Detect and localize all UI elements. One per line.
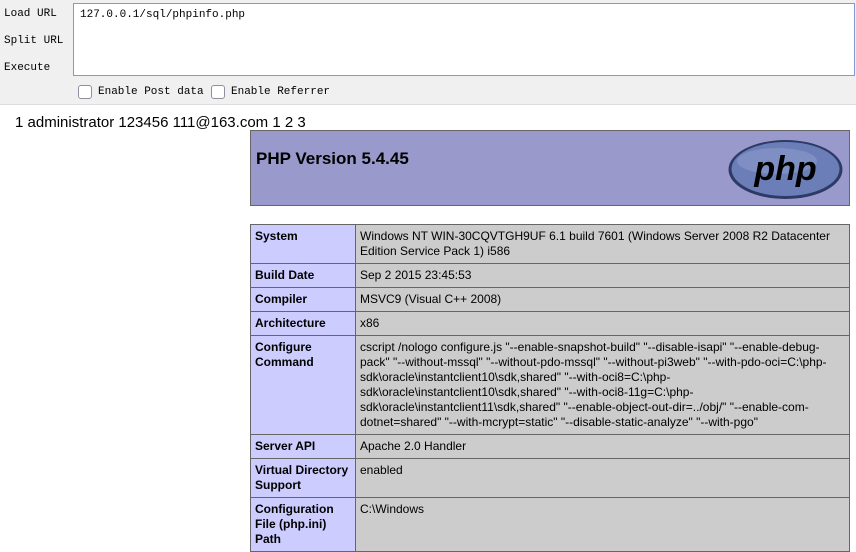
load-url-button[interactable]: Load URL bbox=[4, 8, 57, 20]
execute-button[interactable]: Execute bbox=[4, 62, 50, 74]
row-key: Configure Command bbox=[250, 335, 356, 435]
row-value: Windows NT WIN-30CQVTGH9UF 6.1 build 760… bbox=[355, 224, 850, 264]
phpinfo-table: System Windows NT WIN-30CQVTGH9UF 6.1 bui… bbox=[250, 224, 850, 552]
row-key: Configuration File (php.ini) Path bbox=[250, 497, 356, 552]
phpinfo-header: PHP Version 5.4.45 php bbox=[250, 130, 850, 206]
enable-post-data-label: Enable Post data bbox=[98, 85, 204, 98]
row-value: Apache 2.0 Handler bbox=[355, 434, 850, 459]
row-key: Virtual Directory Support bbox=[250, 458, 356, 498]
row-key: Compiler bbox=[250, 287, 356, 312]
table-row: Compiler MSVC9 (Visual C++ 2008) bbox=[250, 287, 850, 312]
table-row: Build Date Sep 2 2015 23:45:53 bbox=[250, 263, 850, 288]
row-key: System bbox=[250, 224, 356, 264]
row-value: Sep 2 2015 23:45:53 bbox=[355, 263, 850, 288]
row-value: C:\Windows bbox=[355, 497, 850, 552]
php-version-title: PHP Version 5.4.45 bbox=[256, 149, 409, 168]
table-row: System Windows NT WIN-30CQVTGH9UF 6.1 bui… bbox=[250, 224, 850, 264]
php-logo-icon: php bbox=[728, 140, 843, 199]
query-output-text: 1 administrator 123456 111@163.com 1 2 3 bbox=[15, 114, 306, 131]
enable-post-data-option[interactable]: Enable Post data bbox=[78, 83, 204, 100]
row-value: cscript /nologo configure.js "--enable-s… bbox=[355, 335, 850, 435]
table-row: Virtual Directory Support enabled bbox=[250, 458, 850, 498]
table-row: Architecture x86 bbox=[250, 311, 850, 336]
split-url-button[interactable]: Split URL bbox=[4, 35, 63, 47]
row-key: Server API bbox=[250, 434, 356, 459]
enable-referrer-option[interactable]: Enable Referrer bbox=[211, 83, 330, 100]
row-value: x86 bbox=[355, 311, 850, 336]
row-value: enabled bbox=[355, 458, 850, 498]
php-logo-text: php bbox=[753, 150, 816, 188]
enable-referrer-checkbox[interactable] bbox=[211, 84, 225, 99]
table-row: Configure Command cscript /nologo configu… bbox=[250, 335, 850, 435]
table-row: Configuration File (php.ini) Path C:\Wind… bbox=[250, 497, 850, 552]
hackbar-toolbar: Load URL Split URL Execute 127.0.0.1/sql… bbox=[0, 0, 856, 105]
row-key: Architecture bbox=[250, 311, 356, 336]
row-value: MSVC9 (Visual C++ 2008) bbox=[355, 287, 850, 312]
enable-referrer-label: Enable Referrer bbox=[231, 85, 331, 98]
row-key: Build Date bbox=[250, 263, 356, 288]
table-row: Server API Apache 2.0 Handler bbox=[250, 434, 850, 459]
enable-post-data-checkbox[interactable] bbox=[78, 84, 92, 99]
url-input[interactable]: 127.0.0.1/sql/phpinfo.php bbox=[73, 3, 855, 76]
